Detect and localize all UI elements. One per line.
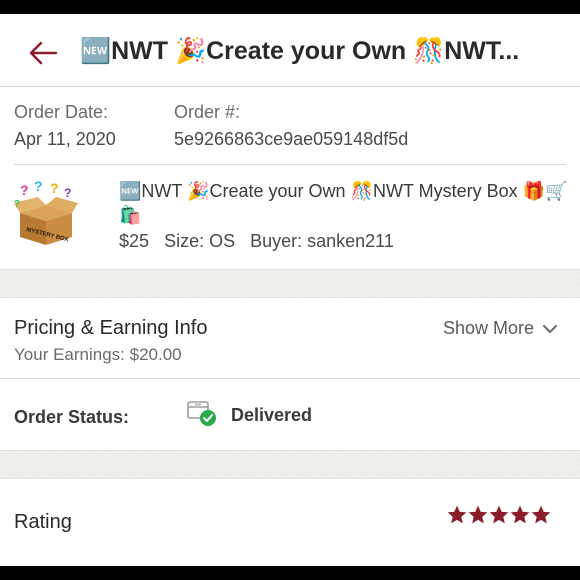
section-separator [0,450,580,479]
star-icon[interactable] [489,505,509,525]
show-more-label: Show More [442,318,534,338]
chevron-down-icon [543,324,557,333]
rating-label: Rating [14,511,72,533]
section-separator [0,269,580,298]
arrow-left-icon[interactable] [26,36,60,70]
listing-thumbnail[interactable]: MYSTERY BOX ? ? ? ? ? [14,179,78,249]
svg-text:?: ? [34,179,43,194]
order-number: Order #: 5e9266863ce9ae059148df5d [174,102,408,150]
rating-section: Rating [0,480,580,566]
star-icon[interactable] [531,505,551,525]
listing-price: $25 [119,231,150,251]
order-details-screen: 🆕NWT 🎉Create your Own 🎊NWT... Order Date… [0,14,580,566]
order-date: Order Date: Apr 11, 2020 [14,102,116,150]
order-date-value: Apr 11, 2020 [14,129,116,149]
listing-title[interactable]: 🆕NWT 🎉Create your Own 🎊NWT Mystery Box 🎁… [119,179,569,227]
pricing-title: Pricing & Earning Info [14,317,208,339]
rating-stars[interactable] [447,505,551,525]
order-meta: Order Date: Apr 11, 2020 Order #: 5e9266… [0,88,580,165]
svg-text:?: ? [14,199,20,210]
order-status-label: Order Status: [14,407,130,427]
top-bar: 🆕NWT 🎉Create your Own 🎊NWT... [0,14,580,87]
svg-text:?: ? [50,180,59,196]
listing-size: Size: OS [164,231,236,251]
page-title: 🆕NWT 🎉Create your Own 🎊NWT... [80,37,520,65]
star-icon[interactable] [468,505,488,525]
order-number-label: Order #: [174,102,241,122]
order-status-value: Delivered [231,405,313,425]
svg-text:?: ? [64,186,71,200]
order-number-value: 5e9266863ce9ae059148df5d [174,129,409,149]
order-date-label: Order Date: [14,102,109,122]
listing-summary[interactable]: MYSTERY BOX ? ? ? ? ? 🆕NWT 🎉Create your … [0,165,580,269]
listing-details: $25 Size: OS Buyer: sanken211 [119,231,404,252]
star-icon[interactable] [510,505,530,525]
earnings-value: Your Earnings: $20.00 [14,345,182,364]
listing-buyer[interactable]: Buyer: sanken211 [250,231,394,251]
star-icon[interactable] [447,505,467,525]
show-more-button[interactable]: Show More [443,318,558,339]
package-delivered-icon [187,401,216,426]
order-status-row: Order Status: Delivered [0,380,580,450]
svg-text:?: ? [20,182,29,198]
pricing-section: Pricing & Earning Info Your Earnings: $2… [0,299,580,379]
